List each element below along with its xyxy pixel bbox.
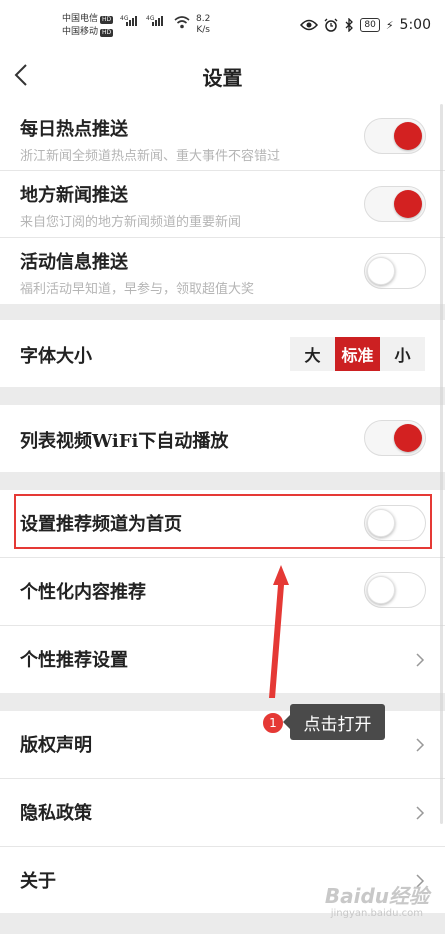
privacy-label: 隐私政策 [20,803,92,824]
carrier-info: 中国电信 HD 中国移动 HD [62,13,114,39]
video-autoplay-row[interactable]: 列表视频WiFi下自动播放 [0,405,445,472]
network-speed: 8.2 K/s [196,14,210,36]
watermark-url: jingyan.baidu.com [330,908,423,919]
annotation-step-badge: 1 [262,712,284,734]
charging-icon: ⚡ [385,18,394,32]
nav-bar: 设置 [0,46,445,104]
font-size-small[interactable]: 小 [380,337,425,371]
signal-icon [152,16,163,26]
font-size-label: 字体大小 [20,346,92,367]
signal-icon [126,16,137,26]
hd-badge: HD [100,28,114,37]
annotation-highlight-box [14,494,432,549]
push-row-local-news[interactable]: 地方新闻推送 来自您订阅的地方新闻频道的重要新闻 [0,171,445,237]
watermark-logo: Baidu经验 [324,884,429,908]
about-label: 关于 [20,871,56,892]
row-title: 每日热点推送 [20,119,128,140]
status-bar: 中国电信 HD 中国移动 HD 4G 4G 8.2 K/s 80 ⚡ 5:00 [0,0,445,46]
toggle-knob [394,190,422,218]
row-title: 地方新闻推送 [20,185,128,206]
font-size-group: 字体大小 大 标准 小 [0,320,445,387]
font-size-selector: 大 标准 小 [290,337,425,371]
personalized-label: 个性化内容推荐 [20,582,146,603]
recommend-settings-row[interactable]: 个性推荐设置 [0,626,445,693]
push-row-activity[interactable]: 活动信息推送 福利活动早知道，早参与，领取超值大奖 [0,238,445,304]
activity-push-toggle[interactable] [364,253,426,289]
clock: 5:00 [399,17,431,33]
toggle-knob [367,576,395,604]
local-news-push-toggle[interactable] [364,186,426,222]
chevron-right-icon [416,738,425,752]
personalized-row[interactable]: 个性化内容推荐 [0,558,445,625]
push-settings-group: 每日热点推送 浙江新闻全频道热点新闻、重大事件不容错过 地方新闻推送 来自您订阅… [0,104,445,304]
alarm-icon [324,18,338,32]
toggle-knob [367,257,395,285]
daily-hot-push-toggle[interactable] [364,118,426,154]
font-size-standard[interactable]: 标准 [335,337,380,371]
page-title: 设置 [202,66,243,90]
hd-badge: HD [100,15,114,24]
personalized-toggle[interactable] [364,572,426,608]
carrier-1: 中国电信 [62,14,99,24]
battery-indicator: 80 [360,18,380,32]
annotation-tooltip: 点击打开 [283,704,385,740]
video-group: 列表视频WiFi下自动播放 [0,405,445,472]
row-subtitle: 浙江新闻全频道热点新闻、重大事件不容错过 [20,149,281,164]
scrollbar[interactable] [440,104,443,824]
copyright-label: 版权声明 [20,735,92,756]
font-size-large[interactable]: 大 [290,337,335,371]
speed-unit: K/s [196,25,210,35]
push-row-daily-hot[interactable]: 每日热点推送 浙江新闻全频道热点新闻、重大事件不容错过 [0,104,445,170]
wifi-icon [174,16,190,29]
eye-icon [300,19,319,31]
video-autoplay-toggle[interactable] [364,420,426,456]
toggle-knob [394,424,422,452]
row-subtitle: 来自您订阅的地方新闻频道的重要新闻 [20,215,242,230]
chevron-right-icon [416,653,425,667]
status-right: 80 ⚡ 5:00 [300,17,431,33]
chevron-right-icon [416,806,425,820]
privacy-row[interactable]: 隐私政策 [0,779,445,846]
toggle-knob [394,122,422,150]
row-subtitle: 福利活动早知道，早参与，领取超值大奖 [20,282,255,297]
carrier-2: 中国移动 [62,27,99,37]
recommend-settings-label: 个性推荐设置 [20,650,128,671]
video-autoplay-label: 列表视频WiFi下自动播放 [20,431,229,452]
bluetooth-icon [345,18,354,32]
row-title: 活动信息推送 [20,252,128,273]
speed-value: 8.2 [196,14,211,24]
